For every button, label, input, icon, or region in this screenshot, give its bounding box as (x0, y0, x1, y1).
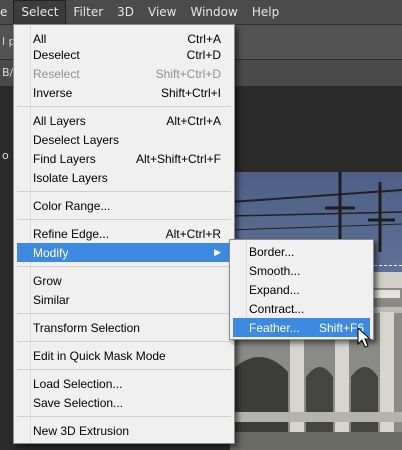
menu-item-label: Load Selection... (33, 376, 123, 391)
menu-item-feather[interactable]: Feather... Shift+F6 (233, 318, 370, 337)
submenu-arrow-icon: ▶ (214, 247, 221, 257)
menu-item-label: Feather... (249, 320, 300, 335)
menu-item-label: Refine Edge... (33, 226, 110, 241)
menu-separator (17, 416, 231, 417)
menu-item-modify[interactable]: Modify ▶ (17, 243, 231, 262)
menu-item-label: All Layers (33, 113, 86, 128)
menu-item-label: Border... (249, 244, 295, 259)
menu-window[interactable]: Window (184, 0, 245, 24)
menu-filter[interactable]: Filter (66, 0, 110, 24)
menu-item-transform-selection[interactable]: Transform Selection (17, 318, 231, 337)
menu-item-quick-mask[interactable]: Edit in Quick Mask Mode (17, 346, 231, 365)
menu-item-smooth[interactable]: Smooth... (233, 261, 370, 280)
menu-item-shortcut: Shift+Ctrl+I (160, 85, 221, 100)
modify-submenu: Border... Smooth... Expand... Contract..… (229, 239, 374, 340)
menu-view[interactable]: View (141, 0, 183, 24)
menu-item-deselect[interactable]: Deselect Ctrl+D (17, 45, 231, 64)
menu-item-shortcut: Alt+Ctrl+R (165, 226, 221, 241)
menu-item-label: Deselect (33, 47, 80, 62)
menu-separator (17, 191, 231, 192)
ruler-fragment: o (2, 149, 9, 162)
menu-separator (17, 106, 231, 107)
menu-item-label: Contract... (249, 301, 305, 316)
menu-item-label: Save Selection... (33, 395, 124, 410)
menu-item-label: Smooth... (249, 263, 301, 278)
menu-item-label: Similar (33, 292, 70, 307)
menu-item-label: Expand... (249, 282, 300, 297)
menu-item-load-selection[interactable]: Load Selection... (17, 374, 231, 393)
menu-item-reselect: Reselect Shift+Ctrl+D (17, 64, 231, 83)
menu-item-contract[interactable]: Contract... (233, 299, 370, 318)
tab-fragment: B/ (2, 66, 14, 79)
menu-item-label: Modify (33, 245, 69, 260)
menu-item-save-selection[interactable]: Save Selection... (17, 393, 231, 412)
menu-item-label: Find Layers (33, 151, 96, 166)
menu-item-find-layers[interactable]: Find Layers Alt+Shift+Ctrl+F (17, 149, 231, 168)
menu-item-label: Inverse (33, 85, 73, 100)
menu-item-inverse[interactable]: Inverse Shift+Ctrl+I (17, 83, 231, 102)
menu-item-label: Grow (33, 273, 62, 288)
menu-item-shortcut: Alt+Shift+Ctrl+F (135, 151, 221, 166)
menu-3d[interactable]: 3D (110, 0, 141, 24)
mouse-cursor-icon (357, 327, 372, 348)
menu-item-label: Color Range... (33, 198, 111, 213)
menu-item-label: Isolate Layers (33, 170, 108, 185)
menu-separator (17, 266, 231, 267)
menu-separator (17, 341, 231, 342)
menu-item-label: All (33, 31, 47, 46)
select-menu: All Ctrl+A Deselect Ctrl+D Reselect Shif… (13, 24, 235, 444)
menu-item-shortcut: Shift+Ctrl+D (155, 66, 221, 81)
menu-item-refine-edge[interactable]: Refine Edge... Alt+Ctrl+R (17, 224, 231, 243)
menu-item-shortcut: Ctrl+D (186, 47, 221, 62)
menu-help[interactable]: Help (245, 0, 286, 24)
menu-separator (17, 369, 231, 370)
menu-item-label: New 3D Extrusion (33, 423, 130, 438)
menu-item-color-range[interactable]: Color Range... (17, 196, 231, 215)
menu-item-all-layers[interactable]: All Layers Alt+Ctrl+A (17, 111, 231, 130)
menu-item-label: Edit in Quick Mask Mode (33, 348, 166, 363)
menu-item-new-3d-extrusion[interactable]: New 3D Extrusion (17, 421, 231, 440)
menu-bar: e Select Filter 3D View Window Help (0, 0, 402, 25)
menu-item-expand[interactable]: Expand... (233, 280, 370, 299)
menu-edit-partial[interactable]: e (0, 0, 13, 24)
menu-item-similar[interactable]: Similar (17, 290, 231, 309)
menu-item-label: Deselect Layers (33, 132, 120, 147)
menu-item-grow[interactable]: Grow (17, 271, 231, 290)
menu-item-isolate-layers[interactable]: Isolate Layers (17, 168, 231, 187)
menu-item-shortcut: Alt+Ctrl+A (166, 113, 221, 128)
menu-item-label: Reselect (33, 66, 80, 81)
menu-item-label: Transform Selection (33, 320, 140, 335)
menu-separator (17, 219, 231, 220)
menu-item-shortcut: Ctrl+A (187, 31, 221, 46)
menu-separator (17, 313, 231, 314)
menu-item-border[interactable]: Border... (233, 242, 370, 261)
menu-select[interactable]: Select (13, 0, 67, 25)
menu-item-deselect-layers[interactable]: Deselect Layers (17, 130, 231, 149)
